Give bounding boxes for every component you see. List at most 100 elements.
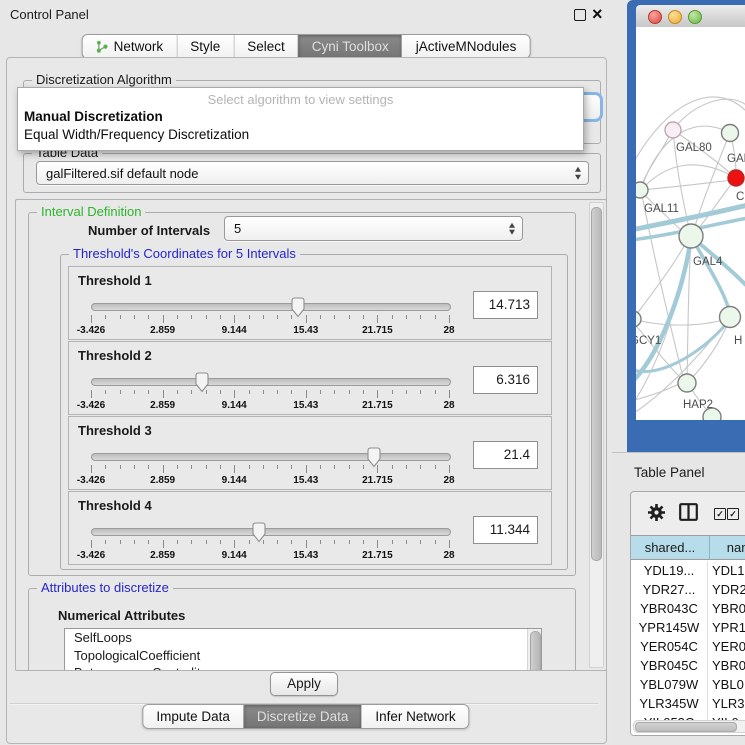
network-edge[interactable] [640, 180, 733, 190]
table-header-name[interactable]: name [710, 536, 745, 560]
table-panel-section: Table Panel ✓ ✓ shared [612, 452, 745, 745]
tab-discretize-data[interactable]: Discretize Data [243, 705, 362, 728]
tick-mark [220, 465, 221, 469]
table-panel-title: Table Panel [634, 465, 705, 480]
tick-mark [349, 315, 350, 319]
tab-jactivemnodules[interactable]: jActiveMNodules [402, 35, 530, 58]
panel-scrollbar[interactable] [589, 202, 604, 668]
table-row[interactable]: YPR145WYPR1 [631, 618, 745, 637]
table-cell-shared-name[interactable]: YBR045C [631, 656, 708, 675]
gear-icon[interactable] [647, 503, 666, 522]
tick-mark [349, 465, 350, 469]
table-cell-name[interactable]: YDR2 [708, 580, 745, 599]
table-row[interactable]: YER054CYER0 [631, 637, 745, 656]
threshold-slider[interactable]: -3.4262.8599.14415.4321.71528 [91, 524, 449, 562]
tab-cyni-toolbox[interactable]: Cyni Toolbox [298, 35, 402, 58]
control-panel-titlebar: Control Panel × [0, 0, 612, 28]
network-node[interactable] [678, 374, 696, 392]
table-row[interactable]: YBR043CYBR0 [631, 599, 745, 618]
network-icon [96, 40, 109, 53]
attribute-table: shared...name YDL19...YDL1YDR27...YDR2YB… [631, 535, 745, 735]
tick-label: 21.715 [362, 475, 393, 486]
network-edge[interactable] [636, 241, 687, 319]
zoom-traffic-light-icon[interactable] [688, 10, 702, 24]
attributes-scrollbar[interactable] [527, 629, 541, 671]
table-cell-name[interactable]: YER0 [708, 637, 745, 656]
checkbox-icon[interactable]: ✓ [727, 508, 739, 520]
network-node[interactable] [679, 224, 703, 248]
tab-style[interactable]: Style [176, 35, 233, 58]
tick-mark [120, 540, 121, 544]
slider-thumb[interactable] [251, 522, 267, 543]
slider-thumb[interactable] [366, 447, 382, 468]
table-header-shared-[interactable]: shared... [631, 536, 710, 560]
threshold-value-box[interactable]: 21.4 [473, 441, 538, 469]
table-horizontal-scrollbar[interactable] [633, 720, 745, 733]
table-cell-shared-name[interactable]: YPR145W [631, 618, 708, 637]
table-cell-shared-name[interactable]: YER054C [631, 637, 708, 656]
table-cell-name[interactable]: YDL1 [708, 561, 745, 580]
table-cell-name[interactable]: YLR3 [708, 694, 745, 713]
network-node[interactable] [665, 122, 681, 138]
tab-infer-network[interactable]: Infer Network [361, 705, 468, 728]
table-cell-name[interactable]: YBR0 [708, 656, 745, 675]
apply-button[interactable]: Apply [270, 672, 338, 696]
table-cell-shared-name[interactable]: YDL19... [631, 561, 708, 580]
network-node[interactable] [720, 307, 741, 328]
tick-mark [91, 315, 92, 323]
network-window-titlebar[interactable] [636, 5, 745, 28]
table-cell-name[interactable]: YPR1 [708, 618, 745, 637]
scrollbar-thumb[interactable] [591, 207, 602, 561]
dropdown-option-manual-discretization[interactable]: Manual Discretization [24, 109, 163, 124]
split-view-icon[interactable] [679, 503, 698, 521]
network-edge[interactable] [645, 165, 736, 186]
table-row[interactable]: YLR345WYLR3 [631, 694, 745, 713]
threshold-slider[interactable]: -3.4262.8599.14415.4321.71528 [91, 299, 449, 337]
checkbox-icon[interactable]: ✓ [714, 508, 726, 520]
close-traffic-light-icon[interactable] [648, 10, 662, 24]
dropdown-option-equal-width-frequency[interactable]: Equal Width/Frequency Discretization [24, 127, 249, 142]
network-edge[interactable] [636, 319, 724, 325]
tick-label: -3.426 [77, 325, 105, 336]
tick-mark [320, 390, 321, 394]
table-cell-shared-name[interactable]: YLR345W [631, 694, 708, 713]
minimize-traffic-light-icon[interactable] [668, 10, 682, 24]
tab-select[interactable]: Select [233, 35, 298, 58]
attribute-list-item[interactable]: SelfLoops [65, 629, 541, 647]
table-cell-name[interactable]: YBL0 [708, 675, 744, 694]
attribute-list-item[interactable]: TopologicalCoefficient [65, 647, 541, 665]
network-edge[interactable] [636, 383, 681, 401]
table-row[interactable]: YBR045CYBR0 [631, 656, 745, 675]
threshold-value-box[interactable]: 14.713 [473, 291, 538, 319]
table-data-combo[interactable]: galFiltered.sif default node [36, 161, 589, 185]
table-cell-shared-name[interactable]: YDR27... [631, 580, 708, 599]
tab-network[interactable]: Network [83, 35, 177, 58]
tab-impute-data[interactable]: Impute Data [143, 705, 243, 728]
table-cell-shared-name[interactable]: YBR043C [631, 599, 708, 618]
scrollbar-thumb[interactable] [530, 631, 541, 671]
table-cell-name[interactable]: YBR0 [708, 599, 745, 618]
network-node[interactable] [636, 311, 641, 327]
table-row[interactable]: YBL079WYBL0 [631, 675, 745, 694]
threshold-slider[interactable]: -3.4262.8599.14415.4321.71528 [91, 374, 449, 412]
tick-label: 21.715 [362, 325, 393, 336]
threshold-value-box[interactable]: 6.316 [473, 366, 538, 394]
float-window-icon[interactable] [574, 9, 586, 21]
slider-thumb[interactable] [290, 297, 306, 318]
threshold-slider[interactable]: -3.4262.8599.14415.4321.71528 [91, 449, 449, 487]
table-row[interactable]: YDR27...YDR2 [631, 580, 745, 599]
network-edge[interactable] [642, 130, 673, 185]
slider-thumb[interactable] [194, 372, 210, 393]
attribute-list-item[interactable]: BetweennessCentrality [65, 664, 541, 671]
network-node[interactable] [728, 170, 744, 186]
network-node[interactable] [636, 182, 648, 198]
network-edge[interactable] [643, 126, 730, 184]
table-cell-shared-name[interactable]: YBL079W [631, 675, 708, 694]
network-node[interactable] [722, 125, 739, 142]
network-canvas[interactable]: GAL80GALCGAL11GAL4GCY1HHAP2 [636, 27, 745, 420]
threshold-value-box[interactable]: 11.344 [473, 516, 538, 544]
number-of-intervals-combo[interactable]: 5 [224, 216, 523, 241]
table-row[interactable]: YDL19...YDL1 [631, 561, 745, 580]
scrollbar-thumb[interactable] [635, 722, 737, 732]
close-icon[interactable]: × [592, 2, 603, 26]
